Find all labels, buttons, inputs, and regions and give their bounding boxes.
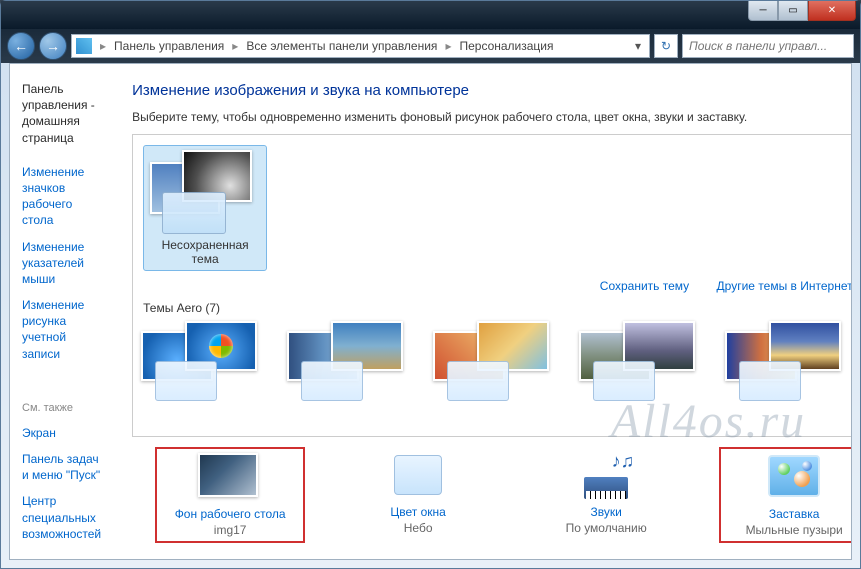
sounds-button[interactable]: ♪♫ Звуки По умолчанию (531, 447, 681, 543)
setting-label: Фон рабочего стола (175, 507, 286, 521)
setting-value: Мыльные пузыри (746, 523, 843, 537)
main-panel: ? Изменение изображения и звука на компь… (114, 64, 852, 559)
see-also-label: См. также (22, 402, 101, 414)
theme-tile-windows7[interactable] (141, 321, 279, 401)
chevron-right-icon: ▸ (441, 39, 455, 53)
themes-list: Несохраненная тема Сохранить тему Другие… (132, 134, 852, 437)
breadcrumb-item[interactable]: Панель управления (110, 37, 228, 55)
more-themes-link[interactable]: Другие темы в Интернете (717, 279, 852, 293)
content: Панель управления - домашняя страница Из… (9, 63, 852, 560)
minimize-button[interactable]: ─ (748, 1, 778, 21)
breadcrumb[interactable]: ▸ Панель управления ▸ Все элементы панел… (71, 34, 650, 58)
toolbar: ← → ▸ Панель управления ▸ Все элементы п… (1, 29, 860, 63)
theme-tile-unsaved[interactable]: Несохраненная тема (143, 145, 267, 271)
aero-section-label: Темы Aero (7) (143, 301, 852, 315)
save-theme-link[interactable]: Сохранить тему (600, 279, 689, 293)
forward-button[interactable]: → (39, 32, 67, 60)
setting-value: Небо (404, 521, 433, 535)
chevron-down-icon[interactable]: ▾ (631, 39, 645, 53)
windows-logo-icon (209, 334, 233, 358)
theme-thumb (150, 150, 260, 234)
window-color-icon (394, 455, 442, 495)
sidebar-home[interactable]: Панель управления - домашняя страница (22, 78, 101, 149)
title-bar: ─ ▭ ✕ (1, 1, 860, 29)
window-thumb-icon (155, 361, 217, 401)
chevron-right-icon: ▸ (228, 39, 242, 53)
setting-label: Звуки (590, 505, 621, 519)
desktop-background-button[interactable]: Фон рабочего стола img17 (155, 447, 305, 543)
breadcrumb-item[interactable]: Персонализация (455, 37, 557, 55)
theme-tile-nature[interactable] (725, 321, 852, 401)
screensaver-button[interactable]: Заставка Мыльные пузыри (719, 447, 852, 543)
sounds-icon (584, 477, 628, 499)
window-thumb-icon (593, 361, 655, 401)
theme-tile-characters[interactable] (433, 321, 571, 401)
page-title: Изменение изображения и звука на компьют… (132, 82, 852, 99)
theme-tile-landscapes[interactable] (579, 321, 717, 401)
sidebar-link-display[interactable]: Экран (22, 422, 101, 444)
screensaver-icon (768, 455, 820, 497)
sidebar: Панель управления - домашняя страница Из… (10, 64, 114, 559)
search-input[interactable] (682, 34, 854, 58)
window-thumb-icon (162, 192, 226, 234)
arrow-left-icon: ← (14, 38, 28, 54)
setting-label: Заставка (769, 507, 820, 521)
back-button[interactable]: ← (7, 32, 35, 60)
chevron-right-icon: ▸ (96, 39, 110, 53)
sidebar-link-taskbar[interactable]: Панель задач и меню "Пуск" (22, 448, 101, 486)
control-panel-icon (76, 38, 92, 54)
setting-value: img17 (214, 523, 247, 537)
arrow-right-icon: → (46, 38, 60, 54)
window: ─ ▭ ✕ ← → ▸ Панель управления ▸ Все элем… (0, 0, 861, 569)
settings-row: Фон рабочего стола img17 Цвет окна Небо … (132, 437, 852, 549)
window-color-button[interactable]: Цвет окна Небо (343, 447, 493, 543)
sidebar-link-desktop-icons[interactable]: Изменение значков рабочего стола (22, 161, 101, 232)
theme-tile-architecture[interactable] (287, 321, 425, 401)
sidebar-link-mouse-pointers[interactable]: Изменение указателей мыши (22, 236, 101, 291)
close-button[interactable]: ✕ (808, 1, 856, 21)
refresh-icon: ↻ (661, 39, 671, 53)
refresh-button[interactable]: ↻ (654, 34, 678, 58)
window-thumb-icon (739, 361, 801, 401)
window-thumb-icon (301, 361, 363, 401)
music-notes-icon: ♪♫ (612, 451, 635, 472)
breadcrumb-item[interactable]: Все элементы панели управления (242, 37, 441, 55)
wallpaper-icon (198, 453, 258, 497)
window-thumb-icon (447, 361, 509, 401)
sidebar-link-account-picture[interactable]: Изменение рисунка учетной записи (22, 294, 101, 365)
theme-label: Несохраненная тема (148, 238, 262, 266)
setting-label: Цвет окна (390, 505, 445, 519)
maximize-button[interactable]: ▭ (778, 1, 808, 21)
sidebar-link-ease-of-access[interactable]: Центр специальных возможностей (22, 490, 101, 545)
page-description: Выберите тему, чтобы одновременно измени… (132, 109, 852, 126)
setting-value: По умолчанию (566, 521, 647, 535)
